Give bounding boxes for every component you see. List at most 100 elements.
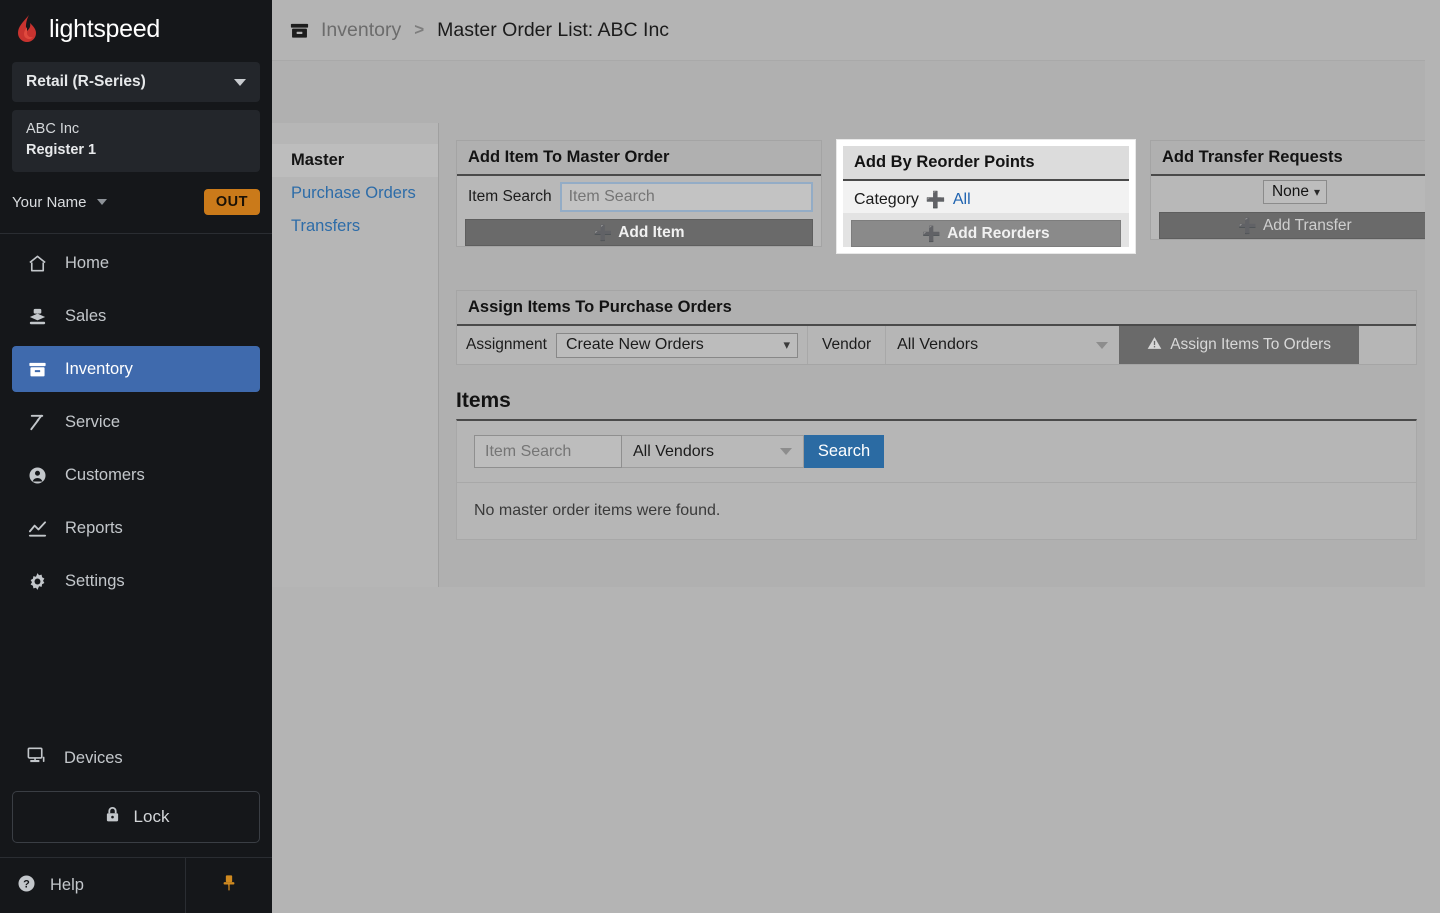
lock-icon [103, 805, 122, 829]
add-reorder-card-title: Add By Reorder Points [843, 146, 1129, 181]
sidebar-item-label: Home [65, 253, 110, 272]
add-reorders-button[interactable]: ➕ Add Reorders [851, 220, 1121, 247]
add-transfer-card: Add Transfer Requests None ▾ ➕ Add Trans… [1150, 140, 1440, 240]
chevron-down-icon [234, 78, 246, 86]
item-search-input[interactable] [559, 182, 813, 212]
plus-icon: ➕ [925, 191, 946, 209]
page-title: Master Order List: ABC Inc [437, 18, 670, 41]
items-section: All Vendors Search No master order items… [456, 419, 1417, 540]
sidebar-item-reports[interactable]: Reports [12, 505, 260, 551]
question-circle-icon: ? [16, 873, 37, 899]
pin-icon [220, 873, 238, 898]
add-transfer-card-title: Add Transfer Requests [1151, 141, 1439, 176]
sidebar-item-devices[interactable]: Devices [0, 735, 272, 781]
sidebar-item-service[interactable]: Service [12, 399, 260, 445]
add-reorder-card-body: Category ➕ All [843, 181, 1129, 213]
breadcrumb-separator: > [414, 20, 425, 39]
assign-items-button-label: Assign Items To Orders [1170, 336, 1332, 353]
add-transfer-button[interactable]: ➕ Add Transfer [1159, 212, 1431, 239]
vertical-scrollbar[interactable] [1425, 0, 1440, 913]
chevron-down-icon: ▾ [1314, 185, 1321, 199]
pin-sidebar-button[interactable] [186, 858, 272, 913]
product-series-select[interactable]: Retail (R-Series) [12, 62, 260, 102]
breadcrumb: Inventory > Master Order List: ABC Inc [272, 0, 1440, 60]
items-empty-message: No master order items were found. [457, 482, 1416, 539]
add-item-button[interactable]: ➕ Add Item [465, 219, 813, 246]
inventory-box-icon [289, 20, 310, 41]
warning-triangle-icon [1147, 336, 1162, 355]
add-item-button-label: Add Item [618, 223, 685, 241]
inventory-icon [26, 358, 48, 380]
assignment-select-cell: Create New Orders ▾ [555, 326, 808, 364]
assignment-select-value: Create New Orders [565, 336, 704, 353]
content-shell: Master Purchase Orders Transfers Add Ite [272, 60, 1440, 587]
sidebar-item-label: Service [65, 412, 121, 431]
clock-status-badge[interactable]: OUT [203, 189, 260, 215]
sidebar-item-label: Inventory [65, 359, 133, 378]
chevron-down-icon [96, 199, 107, 205]
item-search-label: Item Search [468, 188, 552, 205]
add-transfer-card-body: None ▾ [1151, 176, 1439, 205]
help-button[interactable]: ? Help [0, 858, 186, 913]
subnav-item-purchase-orders[interactable]: Purchase Orders [272, 177, 438, 210]
brand-name: lightspeed [49, 14, 160, 43]
subnav-item-master[interactable]: Master [272, 144, 438, 177]
svg-text:?: ? [23, 878, 30, 890]
app-root: lightspeed Retail (R-Series) ABC Inc Reg… [0, 0, 1440, 913]
assign-items-to-orders-button[interactable]: Assign Items To Orders [1119, 326, 1360, 364]
plus-icon: ➕ [593, 224, 613, 242]
items-search-row: All Vendors Search [457, 421, 1416, 482]
main-navigation: Home Sales Inventory Service Customers R… [0, 240, 272, 611]
assignment-select[interactable]: Create New Orders ▾ [555, 332, 798, 358]
sidebar: lightspeed Retail (R-Series) ABC Inc Reg… [0, 0, 272, 913]
user-menu[interactable]: Your Name [12, 194, 107, 211]
store-register: Register 1 [26, 142, 97, 158]
category-all-link[interactable]: All [953, 191, 971, 209]
assignment-label: Assignment [466, 336, 547, 353]
transfer-source-select[interactable]: None ▾ [1262, 180, 1328, 204]
gear-icon [26, 570, 48, 592]
subnav-item-transfers[interactable]: Transfers [272, 210, 438, 243]
sidebar-item-sales[interactable]: Sales [12, 293, 260, 339]
subnav-label: Transfers [291, 217, 361, 235]
plus-icon: ➕ [922, 225, 942, 243]
brand-logo: lightspeed [0, 0, 272, 58]
items-search-button-label: Search [817, 442, 871, 460]
sidebar-item-settings[interactable]: Settings [12, 558, 260, 604]
vendor-select[interactable]: All Vendors [886, 326, 1120, 364]
user-name: Your Name [12, 193, 87, 211]
chart-line-icon [26, 517, 48, 539]
add-item-card: Add Item To Master Order Item Search ➕ A… [456, 140, 822, 247]
lock-button[interactable]: Lock [12, 791, 260, 843]
sidebar-item-label: Sales [65, 306, 107, 325]
assign-items-row: Assignment Create New Orders ▾ Vendor Al… [457, 326, 1416, 364]
category-row: Category ➕ All [851, 186, 1121, 213]
sidebar-item-customers[interactable]: Customers [12, 452, 260, 498]
plus-icon: ➕ [1238, 217, 1257, 235]
action-cards-row: Add Item To Master Order Item Search ➕ A… [456, 140, 1440, 256]
sidebar-item-inventory[interactable]: Inventory [12, 346, 260, 392]
items-search-button[interactable]: Search [804, 435, 884, 468]
help-label: Help [50, 876, 84, 894]
items-search-input[interactable] [474, 435, 622, 468]
lightspeed-flame-icon [16, 14, 42, 44]
transfer-source-value: None [1271, 183, 1310, 200]
chevron-down-icon [1096, 341, 1109, 349]
sub-navigation: Master Purchase Orders Transfers [272, 123, 439, 587]
content-body: Master Purchase Orders Transfers Add Ite [272, 123, 1440, 587]
subnav-label: Purchase Orders [291, 184, 416, 202]
chevron-down-icon [780, 448, 792, 455]
monitor-icon [26, 745, 47, 771]
help-bar: ? Help [0, 857, 272, 913]
add-reorder-card-highlight: Add By Reorder Points Category ➕ All ➕ A… [837, 140, 1135, 253]
panel-area: Add Item To Master Order Item Search ➕ A… [439, 123, 1440, 587]
sidebar-item-home[interactable]: Home [12, 240, 260, 286]
breadcrumb-parent[interactable]: Inventory [321, 19, 401, 42]
user-row: Your Name OUT [12, 182, 260, 222]
add-reorder-card: Add By Reorder Points Category ➕ All ➕ A… [843, 146, 1129, 247]
items-vendor-select[interactable]: All Vendors [622, 435, 804, 468]
vendor-label: Vendor [821, 336, 872, 353]
user-circle-icon [26, 464, 48, 486]
store-register-card[interactable]: ABC Inc Register 1 [12, 110, 260, 172]
